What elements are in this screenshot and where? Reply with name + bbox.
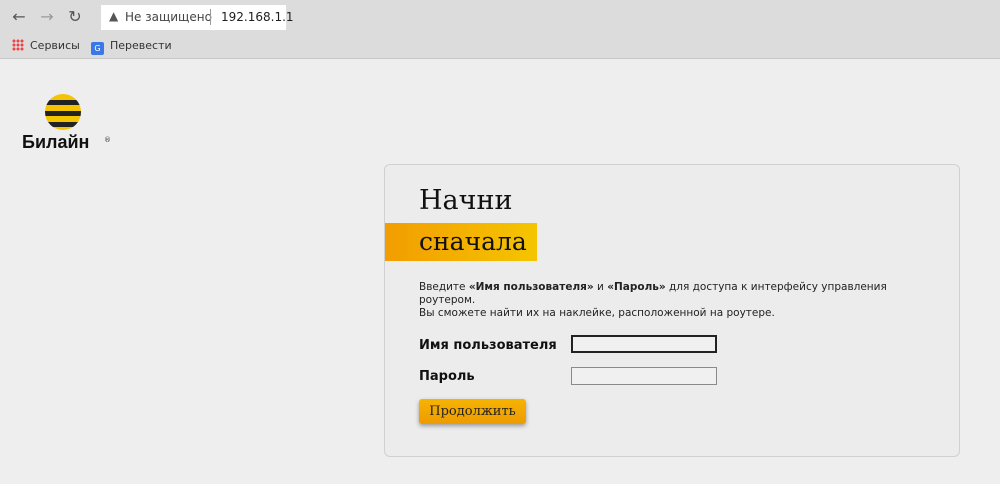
registered-mark: ® [104,136,111,144]
warning-icon: ▲ [109,9,119,23]
login-panel: Начни сначала Введите «Имя пользователя»… [384,164,960,457]
desc-user: «Имя пользователя» [468,281,594,293]
login-description: Введите «Имя пользователя» и «Пароль» дл… [419,281,919,320]
password-input[interactable] [571,367,717,385]
desc-line-2: Вы сможете найти их на наклейке, располо… [419,307,775,319]
beeline-logo: Билайн ® [22,94,117,164]
browser-toolbar: ← → ↻ ▲ Не защищено 192.168.1.1 [0,0,1000,34]
bookmarks-bar: Сервисы G Перевести [0,34,1000,59]
desc-and: и [593,281,608,293]
separator [210,9,211,25]
translate-icon: G [91,42,104,55]
continue-button[interactable]: Продолжить [419,399,526,424]
address-bar[interactable]: ▲ Не защищено 192.168.1.1 [101,5,294,30]
security-status: Не защищено [125,10,212,24]
password-label: Пароль [419,369,475,384]
bookmark-translate-label: Перевести [110,39,172,52]
url-text[interactable]: 192.168.1.1 [221,10,294,24]
title-line-1: Начни [419,185,513,216]
bookmark-services-label: Сервисы [30,39,80,52]
bookmark-translate[interactable]: G Перевести [91,38,172,55]
desc-prefix: Введите [419,281,469,293]
desc-pass: «Пароль» [607,281,666,293]
username-label: Имя пользователя [419,338,557,353]
username-input[interactable] [571,335,717,353]
back-arrow-icon[interactable]: ← [9,7,29,27]
bookmark-services[interactable]: Сервисы [12,38,80,54]
reload-icon[interactable]: ↻ [65,7,85,27]
beeline-ball-icon [45,94,81,130]
apps-grid-icon [12,39,24,51]
title-line-2: сначала [419,227,527,256]
forward-arrow-icon[interactable]: → [37,7,57,27]
logo-text: Билайн [22,132,90,152]
